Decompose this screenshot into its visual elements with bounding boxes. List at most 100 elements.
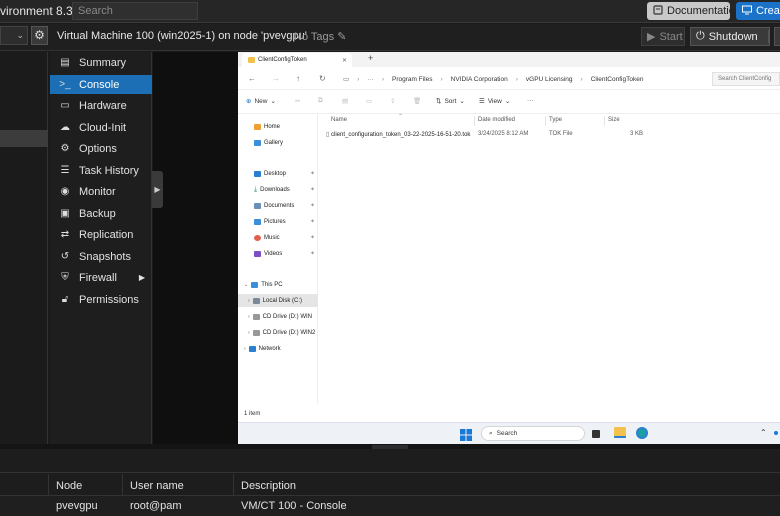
create-vm-button[interactable]: Creat — [736, 2, 780, 20]
column-header-type[interactable]: Type — [549, 117, 562, 123]
nav-cd-drive-e[interactable]: › CD Drive (D:) WIN2 — [238, 326, 318, 339]
explorer-search-input[interactable]: Search ClientConfig — [712, 72, 780, 86]
nav-downloads[interactable]: ⤓ Downloads ✦ — [238, 183, 318, 196]
forward-icon[interactable]: → — [272, 74, 280, 83]
task-view-icon[interactable] — [592, 430, 600, 438]
nav-this-pc[interactable]: ⌄ This PC — [238, 278, 318, 291]
pin-icon: ✦ — [309, 187, 315, 193]
tree-item-selected[interactable] — [0, 130, 48, 147]
edge-icon[interactable] — [636, 427, 648, 439]
music-icon — [254, 234, 261, 241]
nav-cd-drive-d[interactable]: › CD Drive (D:) WIN — [238, 310, 318, 323]
sort-button[interactable]: ⇅ Sort ⌄ — [436, 97, 465, 106]
nav-local-disk[interactable]: › Local Disk (C:) — [238, 294, 318, 307]
sidebar-item-permissions[interactable]: 🔓︎ Permissions — [50, 290, 152, 309]
sidebar-item-console[interactable]: >_ Console — [50, 75, 152, 94]
column-header-user[interactable]: User name — [130, 480, 184, 492]
more-options-button[interactable]: ··· — [527, 97, 534, 104]
gear-icon[interactable]: ⚙ — [31, 26, 48, 45]
sidebar-item-cloud-init[interactable]: ☁ Cloud-Init — [50, 118, 152, 137]
breadcrumb-item[interactable]: Program Files — [392, 76, 432, 83]
rename-icon[interactable]: ▭ — [366, 97, 372, 105]
chevron-up-icon[interactable]: ⌃ — [760, 428, 767, 437]
sidebar-item-firewall[interactable]: ⛨ Firewall ▶ — [50, 268, 152, 287]
cut-icon[interactable]: ✂ — [295, 97, 300, 105]
sidebar-item-backup[interactable]: ▣ Backup — [50, 204, 152, 223]
sidebar-item-monitor[interactable]: ◉ Monitor — [50, 182, 152, 201]
more-button[interactable] — [774, 27, 780, 46]
monitor-icon: ▭ — [60, 100, 70, 111]
file-size: 3 KB — [630, 131, 644, 137]
sort-arrow-icon: ⌃ — [398, 114, 404, 120]
explorer-tab-bar: ClientConfigToken ✕ + — [238, 52, 780, 67]
play-icon: ▶ — [647, 31, 656, 43]
task-table-header: Node User name Description — [0, 474, 780, 496]
breadcrumb-item[interactable]: ClientConfigToken — [591, 76, 644, 83]
nav-documents[interactable]: Documents ✦ — [238, 199, 318, 212]
taskbar-search[interactable]: ⌕ Search — [481, 426, 585, 441]
back-icon[interactable]: ← — [248, 74, 256, 83]
explorer-command-bar: ⊕ New ⌄ ✂ ⧉ ▤ ▭ ⇪ 🗑︎ ⇅ Sort ⌄ ☰ View ⌄ ··· — [238, 90, 780, 114]
chevron-right-icon: ▶ — [138, 273, 146, 282]
explorer-address-bar: ← → ↑ ↻ ▭ › ··· › Program Files › NVIDIA… — [238, 68, 780, 90]
column-header-size[interactable]: Size — [608, 117, 620, 123]
view-button[interactable]: ☰ View ⌄ — [479, 97, 510, 106]
nav-gallery[interactable]: Gallery — [238, 136, 318, 149]
start-button[interactable]: ▶ Start — [641, 27, 685, 46]
tags-editor[interactable]: No Tags ✎ — [294, 30, 346, 43]
gallery-icon — [254, 139, 261, 146]
copy-icon[interactable]: ⧉ — [318, 97, 323, 105]
nav-pictures[interactable]: Pictures ✦ — [238, 215, 318, 228]
shutdown-button[interactable]: ⏻ Shutdown ⌄ — [690, 27, 780, 46]
pin-icon: ✦ — [309, 219, 315, 225]
sidebar-item-label: Console — [79, 78, 120, 91]
close-icon[interactable]: ✕ — [342, 57, 347, 64]
share-icon[interactable]: ⇪ — [390, 97, 395, 105]
sidebar-item-summary[interactable]: ▤ Summary — [50, 53, 152, 72]
breadcrumb-item[interactable]: NVIDIA Corporation — [451, 76, 508, 83]
delete-icon[interactable]: 🗑︎ — [413, 97, 421, 105]
chevron-right-icon: › — [248, 313, 250, 320]
sidebar-item-hardware[interactable]: ▭ Hardware — [50, 96, 152, 115]
sidebar-item-replication[interactable]: ⇄ Replication — [50, 225, 152, 244]
new-button[interactable]: ⊕ New ⌄ — [246, 97, 276, 106]
collapse-handle[interactable]: ▶ — [152, 171, 163, 208]
sidebar-item-snapshots[interactable]: ↺ Snapshots — [50, 247, 152, 266]
nav-music[interactable]: Music ✦ — [238, 231, 318, 244]
column-header-description[interactable]: Description — [241, 480, 296, 492]
column-header-node[interactable]: Node — [56, 480, 82, 492]
column-header-name[interactable]: Name — [331, 117, 347, 123]
nav-home[interactable]: Home — [238, 120, 318, 133]
explorer-nav-pane: Home Gallery Desktop ✦ ⤓ Downloads ✦ Docume… — [238, 114, 318, 404]
new-tab-button[interactable]: + — [368, 53, 373, 63]
pin-icon: ✦ — [309, 251, 315, 257]
content-header: ⌄ ⚙ Virtual Machine 100 (win2025-1) on n… — [0, 24, 780, 51]
explorer-tab[interactable]: ClientConfigToken ✕ — [242, 53, 352, 67]
tray-icon[interactable] — [774, 431, 778, 435]
nav-label: Videos — [264, 250, 283, 257]
refresh-icon[interactable]: ↻ — [319, 74, 326, 83]
column-header-date[interactable]: Date modified — [478, 117, 515, 123]
nav-label: Documents — [264, 202, 295, 209]
sidebar-item-label: Firewall — [79, 271, 117, 284]
view-select[interactable]: ⌄ — [0, 26, 28, 45]
sidebar-item-options[interactable]: ⚙ Options — [50, 139, 152, 158]
paste-icon[interactable]: ▤ — [342, 97, 348, 105]
task-log-panel: Node User name Description pvevgpu root@… — [0, 449, 780, 516]
nav-label: This PC — [261, 281, 283, 288]
sidebar-item-label: Hardware — [79, 99, 127, 112]
file-name: client_configuration_token_03-22-2025-16… — [330, 132, 471, 138]
search-input[interactable]: Search — [72, 2, 198, 20]
file-explorer-taskbar-icon[interactable] — [614, 427, 626, 438]
documentation-button[interactable]: Documentation — [647, 2, 730, 20]
breadcrumb-item[interactable]: vGPU Licensing — [526, 76, 573, 83]
nav-network[interactable]: › Network — [238, 342, 318, 355]
monitor-icon: ▭ — [343, 76, 350, 83]
nav-desktop[interactable]: Desktop ✦ — [238, 167, 318, 180]
up-icon[interactable]: ↑ — [296, 74, 300, 83]
nav-label: Downloads — [260, 186, 290, 193]
sidebar-item-label: Monitor — [79, 185, 116, 198]
table-row[interactable]: pvevgpu root@pam VM/CT 100 - Console — [0, 497, 780, 516]
sidebar-item-task-history[interactable]: ☰ Task History — [50, 161, 152, 180]
nav-videos[interactable]: Videos ✦ — [238, 247, 318, 260]
